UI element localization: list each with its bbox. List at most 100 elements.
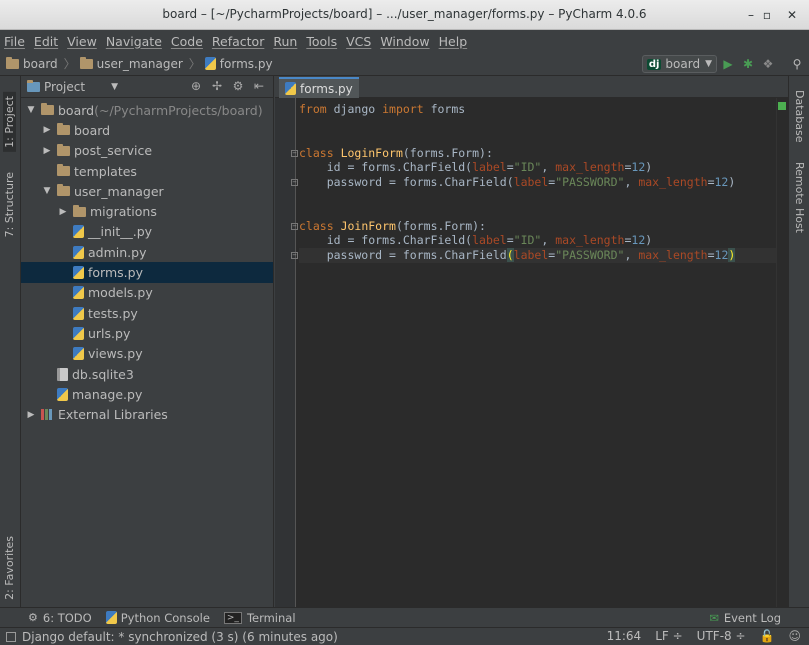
file-encoding[interactable]: UTF-8 ÷ xyxy=(697,629,746,643)
code-line[interactable]: − password = forms.CharField(label = "PASS… xyxy=(291,247,787,263)
favorites-tool-tab[interactable]: 2: Favorites xyxy=(3,536,16,600)
tool-window-bar: ⚙ 6: TODO Python Console >_ Terminal ✉ E… xyxy=(0,607,809,627)
event-log-tool-tab[interactable]: ✉ Event Log xyxy=(709,611,781,625)
python-file-icon xyxy=(73,245,84,259)
expanded-arrow-icon[interactable]: ▼ xyxy=(25,105,37,115)
menu-view[interactable]: View xyxy=(67,34,97,49)
hide-panel-icon[interactable]: ⇤ xyxy=(251,79,267,93)
settings-gear-icon[interactable]: ⚙ xyxy=(230,79,246,93)
coverage-icon[interactable]: ❖ xyxy=(760,56,776,72)
lock-icon[interactable]: 🔓 xyxy=(760,629,775,643)
menu-vcs[interactable]: VCS xyxy=(346,34,371,49)
fold-marker-icon[interactable]: − xyxy=(291,178,298,186)
menu-navigate[interactable]: Navigate xyxy=(106,34,162,49)
chevron-down-icon[interactable]: ▼ xyxy=(111,82,118,92)
menu-code[interactable]: Code xyxy=(171,34,203,49)
tree-node[interactable]: ▼ user_manager xyxy=(21,181,273,201)
code-line[interactable]: − class LoginForm(forms.Form): xyxy=(291,146,787,161)
editor-tab-forms-py[interactable]: forms.py xyxy=(279,77,359,98)
debug-icon[interactable]: ✱ xyxy=(740,56,756,72)
breadcrumb-forms-py[interactable]: forms.py xyxy=(204,57,273,71)
tree-node[interactable]: views.py xyxy=(21,344,273,364)
database-tool-tab[interactable]: Database xyxy=(793,90,806,143)
code-token: 12 xyxy=(714,174,729,189)
breadcrumb-board[interactable]: board 〉 xyxy=(6,55,76,72)
code-line[interactable]: id = forms.CharField(label="ID", max_len… xyxy=(299,160,787,175)
collapsed-arrow-icon[interactable]: ▶ xyxy=(57,207,69,217)
status-right: 11:64 LF ÷ UTF-8 ÷ 🔓 ☺ xyxy=(593,629,801,643)
tree-node[interactable]: manage.py xyxy=(21,384,273,404)
tree-node[interactable]: ▶ migrations xyxy=(21,201,273,221)
error-stripe xyxy=(776,98,788,607)
folder-icon xyxy=(57,164,70,177)
toggle-tool-windows-icon[interactable] xyxy=(6,631,16,642)
code-line[interactable] xyxy=(299,190,787,205)
structure-tool-tab[interactable]: 7: Structure xyxy=(3,172,16,237)
no-problems-indicator-icon[interactable] xyxy=(778,102,786,110)
code-editor[interactable]: from django import forms − class LoginFor… xyxy=(291,102,787,263)
tree-node[interactable]: __init__.py xyxy=(21,222,273,242)
menu-edit[interactable]: Edit xyxy=(34,34,58,49)
tree-node[interactable]: templates xyxy=(21,161,273,181)
line-separator[interactable]: LF ÷ xyxy=(655,629,682,643)
tree-node[interactable]: forms.py xyxy=(21,262,273,283)
code-token: ) xyxy=(728,247,736,262)
code-token: from xyxy=(299,102,327,116)
menu-refactor[interactable]: Refactor xyxy=(212,34,264,49)
right-tool-strip: Database Remote Host xyxy=(788,76,809,607)
menu-window[interactable]: Window xyxy=(380,34,429,49)
run-configuration-select[interactable]: dj board ▼ xyxy=(641,55,717,73)
code-token: ) xyxy=(645,233,653,248)
expanded-arrow-icon[interactable]: ▼ xyxy=(41,186,53,196)
tree-node[interactable]: models.py xyxy=(21,283,273,303)
fold-marker-icon[interactable]: − xyxy=(291,222,298,230)
todo-tool-tab[interactable]: ⚙ 6: TODO xyxy=(28,611,92,625)
tree-node[interactable]: admin.py xyxy=(21,242,273,262)
tree-node[interactable]: urls.py xyxy=(21,323,273,343)
caret-position[interactable]: 11:64 xyxy=(607,629,642,643)
code-line[interactable] xyxy=(299,131,787,146)
inspector-icon[interactable]: ☺ xyxy=(788,629,801,643)
tree-node[interactable]: ▶ board xyxy=(21,120,273,140)
collapse-all-icon[interactable]: ✢ xyxy=(209,79,225,93)
folder-icon xyxy=(41,103,54,116)
remote-host-tool-tab[interactable]: Remote Host xyxy=(793,162,806,233)
code-token: , xyxy=(541,233,556,248)
tree-node[interactable]: db.sqlite3 xyxy=(21,364,273,384)
project-view-selector[interactable]: Project xyxy=(44,80,85,94)
tree-node[interactable]: tests.py xyxy=(21,303,273,323)
menu-file[interactable]: File xyxy=(4,34,25,49)
tree-node[interactable]: ▶ post_service xyxy=(21,141,273,161)
code-line[interactable]: − class JoinForm(forms.Form): xyxy=(291,218,787,234)
collapsed-arrow-icon[interactable]: ▶ xyxy=(41,125,53,135)
tree-node[interactable]: ▶ External Libraries xyxy=(21,404,273,424)
project-tool-tab[interactable]: 1: Project xyxy=(3,92,16,152)
code-line[interactable]: − password = forms.CharField(label = "PASS… xyxy=(291,174,787,190)
code-line[interactable]: id = forms.CharField(label="ID", max_len… xyxy=(299,233,787,248)
status-message[interactable]: Django default: * synchronized (3 s) (6 … xyxy=(22,630,338,644)
tree-node-label: templates xyxy=(74,163,137,179)
status-bar: Django default: * synchronized (3 s) (6 … xyxy=(0,627,809,645)
maximize-button[interactable]: ▫ xyxy=(758,6,776,24)
terminal-tool-tab[interactable]: >_ Terminal xyxy=(223,611,296,625)
code-token: JoinForm xyxy=(340,218,396,233)
python-file-icon xyxy=(73,225,84,239)
search-everywhere-icon[interactable]: ⚲ xyxy=(789,56,805,72)
menu-help[interactable]: Help xyxy=(439,34,468,49)
code-line[interactable] xyxy=(299,204,787,219)
tree-node[interactable]: ▼ board (~/PycharmProjects/board) xyxy=(21,100,273,120)
scroll-from-source-icon[interactable]: ⊕ xyxy=(188,79,204,93)
fold-marker-icon[interactable]: − xyxy=(291,251,298,259)
breadcrumb-user-manager[interactable]: user_manager 〉 xyxy=(79,55,201,72)
close-button[interactable]: ✕ xyxy=(783,6,801,24)
code-line[interactable]: from django import forms xyxy=(299,102,787,117)
folder-icon xyxy=(6,56,19,69)
menu-run[interactable]: Run xyxy=(273,34,297,49)
collapsed-arrow-icon[interactable]: ▶ xyxy=(41,146,53,156)
fold-marker-icon[interactable]: − xyxy=(291,149,298,157)
code-line[interactable] xyxy=(299,117,787,132)
run-icon[interactable]: ▶ xyxy=(720,56,736,72)
collapsed-arrow-icon[interactable]: ▶ xyxy=(25,410,37,420)
python-console-tool-tab[interactable]: Python Console xyxy=(105,611,210,625)
menu-tools[interactable]: Tools xyxy=(306,34,337,49)
